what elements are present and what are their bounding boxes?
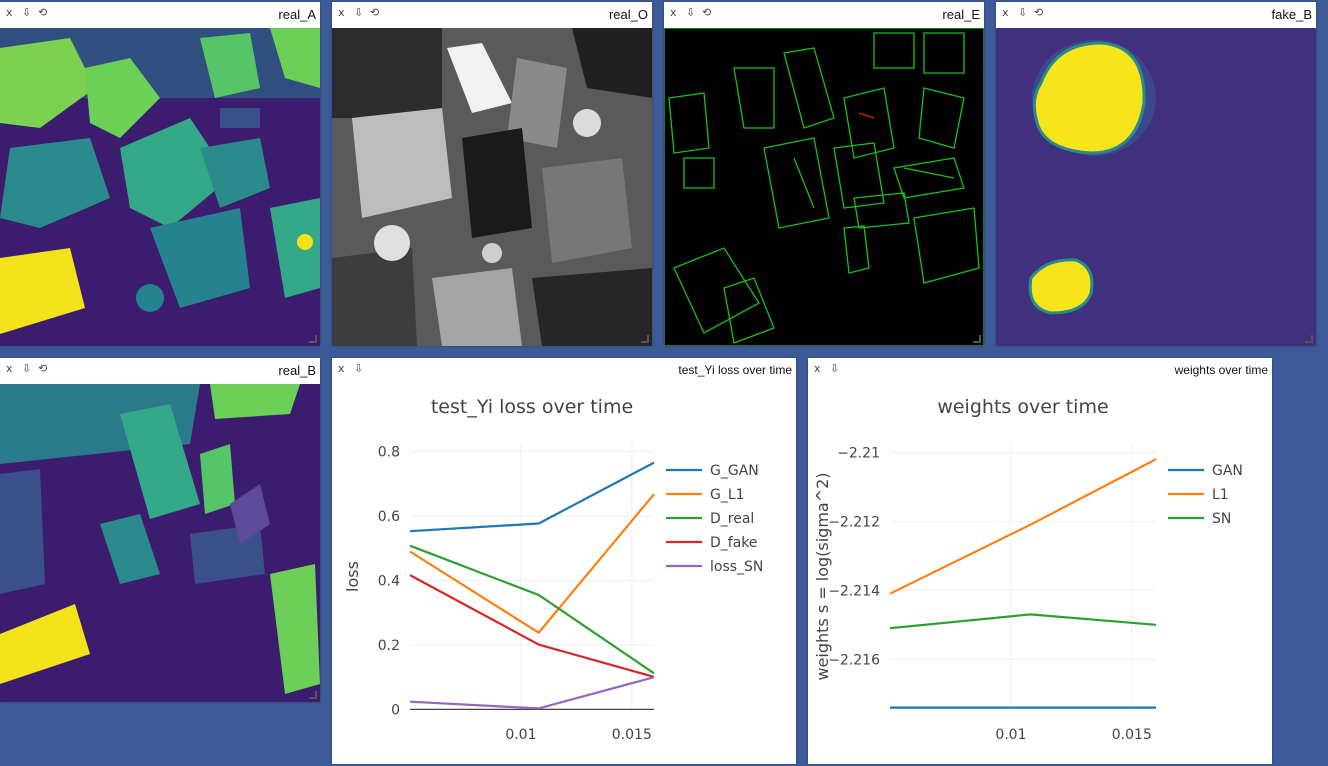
pane-toolbar: x ⇩ ⟲ real_O: [332, 2, 652, 28]
resize-handle[interactable]: [1305, 335, 1313, 343]
series-line-g-gan[interactable]: [409, 461, 655, 533]
legend-label: D_real: [710, 511, 754, 527]
y-tick-label: 0.4: [378, 574, 400, 590]
real-o-image: [332, 28, 652, 346]
pane-title: real_E: [942, 7, 980, 22]
y-tick-label: −2.216: [828, 652, 880, 668]
pane-title: real_O: [608, 7, 648, 22]
real-b-image: [0, 384, 320, 702]
legend-label: D_fake: [710, 535, 758, 551]
x-tick-label: 0.015: [1112, 727, 1152, 743]
reset-icon[interactable]: ⟲: [702, 6, 711, 20]
y-tick-label: −2.214: [828, 583, 880, 599]
reset-icon[interactable]: ⟲: [370, 6, 379, 20]
download-icon[interactable]: ⇩: [686, 6, 695, 20]
legend-item-sn[interactable]: SN: [1168, 511, 1231, 527]
download-icon[interactable]: ⇩: [22, 362, 31, 376]
y-tick-label: 0.8: [378, 445, 400, 461]
real-a-image: [0, 28, 320, 346]
pane-title: real_B: [278, 363, 316, 378]
fake-b-image: [996, 28, 1316, 346]
y-tick-label: 0: [391, 702, 400, 718]
series-line-d-real[interactable]: [409, 544, 655, 675]
close-icon[interactable]: x: [6, 6, 13, 20]
pane-title: real_A: [278, 7, 316, 22]
y-tick-label: −2.212: [828, 514, 880, 530]
pane-toolbar: x ⇩ ⟲ real_E: [664, 2, 984, 28]
resize-handle[interactable]: [309, 691, 317, 699]
series-line-l1[interactable]: [889, 458, 1157, 595]
y-axis-label: loss: [343, 561, 362, 592]
legend-item-g-gan[interactable]: G_GAN: [666, 463, 759, 479]
loss-chart-title: test_Yi loss over time: [431, 396, 633, 418]
y-axis-label: weights s = log(sigma^2): [813, 472, 832, 680]
real-e-image: [664, 28, 984, 346]
x-tick-label: 0.015: [612, 727, 652, 743]
legend-label: L1: [1212, 487, 1229, 503]
download-icon[interactable]: ⇩: [1018, 6, 1027, 20]
pane-real-a: x ⇩ ⟲ real_A: [0, 2, 320, 346]
resize-handle[interactable]: [641, 335, 649, 343]
legend-label: G_L1: [710, 487, 745, 503]
download-icon[interactable]: ⇩: [354, 6, 363, 20]
legend-label: loss_SN: [710, 559, 763, 575]
close-icon[interactable]: x: [1002, 6, 1009, 20]
series-line-g-l1[interactable]: [409, 493, 655, 635]
pane-fake-b: x ⇩ ⟲ fake_B: [996, 2, 1316, 346]
pane-real-b: x ⇩ ⟲ real_B: [0, 358, 320, 702]
legend-item-g-l1[interactable]: G_L1: [666, 487, 745, 503]
resize-handle[interactable]: [309, 335, 317, 343]
reset-icon[interactable]: ⟲: [38, 362, 47, 376]
legend-item-loss-sn[interactable]: loss_SN: [666, 559, 763, 575]
pane-real-e: x ⇩ ⟲ real_E: [664, 2, 984, 346]
series-line-sn[interactable]: [889, 613, 1157, 630]
close-icon[interactable]: x: [6, 362, 13, 376]
y-tick-label: −2.21: [837, 445, 880, 461]
download-icon[interactable]: ⇩: [22, 6, 31, 20]
pane-loss-chart: x ⇩ test_Yi loss over time test_Yi loss …: [332, 358, 796, 764]
legend-label: G_GAN: [710, 463, 759, 479]
close-icon[interactable]: x: [670, 6, 677, 20]
loss-chart[interactable]: test_Yi loss over time 0 0.2 0.4 0.6 0.8 0.01 0…: [332, 358, 796, 764]
pane-toolbar: x ⇩ ⟲ fake_B: [996, 2, 1316, 28]
y-tick-label: 0.2: [378, 638, 400, 654]
legend-item-d-fake[interactable]: D_fake: [666, 535, 758, 551]
pane-real-o: x ⇩ ⟲ real_O: [332, 2, 652, 346]
resize-handle[interactable]: [973, 335, 981, 343]
pane-weights-chart: x ⇩ weights over time weights over time −…: [808, 358, 1272, 764]
legend-label: SN: [1212, 511, 1231, 527]
x-tick-label: 0.01: [995, 727, 1026, 743]
weights-chart-title: weights over time: [937, 396, 1108, 418]
pane-toolbar: x ⇩ ⟲ real_B: [0, 358, 320, 384]
series-line-d-fake[interactable]: [409, 574, 655, 678]
legend-item-l1[interactable]: L1: [1168, 487, 1229, 503]
reset-icon[interactable]: ⟲: [38, 6, 47, 20]
weights-chart[interactable]: weights over time −2.21 −2.212 −2.214 −2.216…: [808, 358, 1272, 764]
pane-toolbar: x ⇩ ⟲ real_A: [0, 2, 320, 28]
legend-item-gan[interactable]: GAN: [1168, 463, 1243, 479]
x-tick-label: 0.01: [505, 727, 536, 743]
y-tick-label: 0.6: [378, 509, 400, 525]
series-line-loss-sn[interactable]: [409, 676, 655, 710]
pane-title: fake_B: [1271, 7, 1312, 22]
legend-item-d-real[interactable]: D_real: [666, 511, 754, 527]
close-icon[interactable]: x: [338, 6, 345, 20]
reset-icon[interactable]: ⟲: [1034, 6, 1043, 20]
legend-label: GAN: [1212, 463, 1243, 479]
